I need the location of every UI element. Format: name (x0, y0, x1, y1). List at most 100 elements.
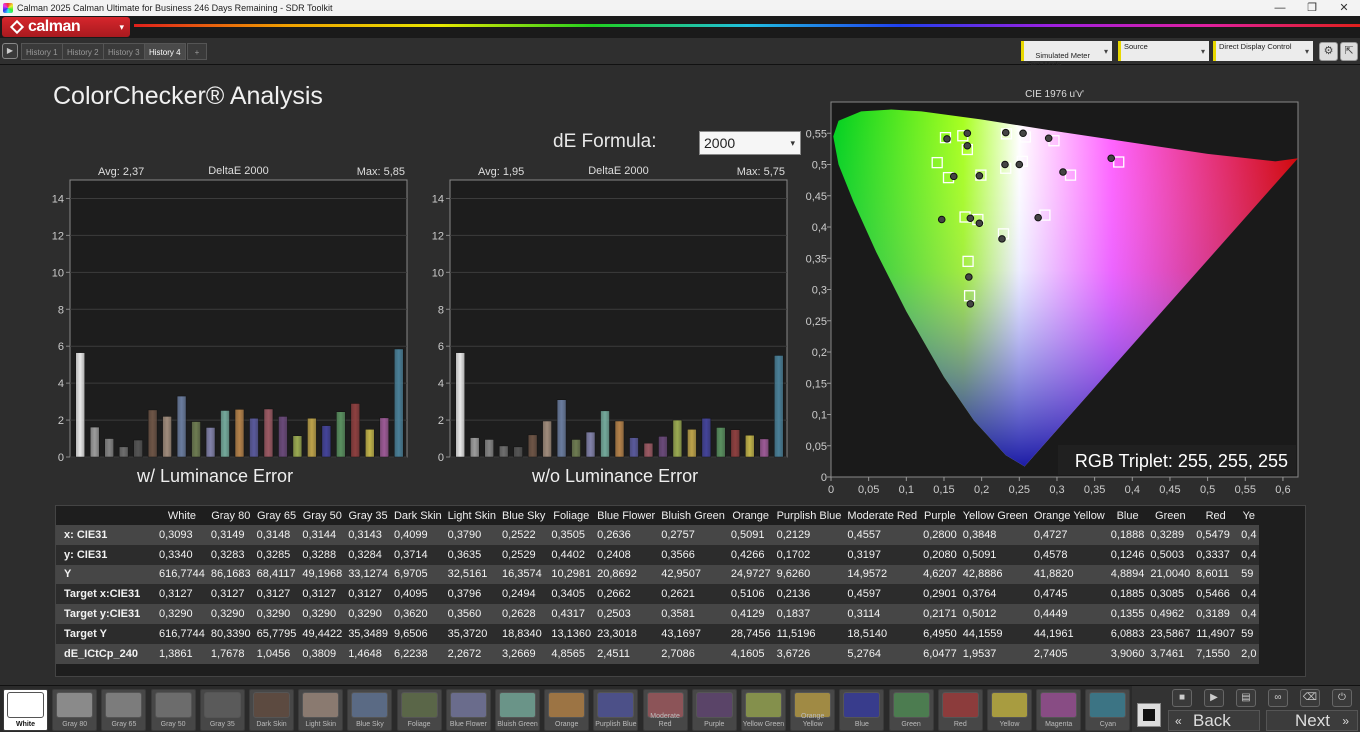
patch-white[interactable]: White (3, 689, 48, 731)
bar-gray-65[interactable] (104, 438, 114, 458)
bar-light-skin[interactable] (542, 420, 552, 458)
add-tab-button[interactable]: + (187, 43, 207, 60)
measured-point[interactable] (1015, 160, 1024, 169)
tab-history-3[interactable]: History 3 (103, 43, 145, 60)
patch-blue-sky[interactable]: Blue Sky (347, 689, 393, 731)
patch-blue[interactable]: Blue (839, 689, 885, 731)
delete-icon[interactable]: ⌫ (1300, 689, 1320, 707)
play-icon[interactable]: ▶ (1204, 689, 1224, 707)
bar-bluish-green[interactable] (220, 410, 230, 458)
bar-gray-80[interactable] (469, 437, 480, 458)
patch-bluish-green[interactable]: Bluish Green (495, 689, 540, 731)
loop-icon[interactable]: ∞ (1268, 689, 1288, 707)
bar-white[interactable] (455, 352, 465, 458)
measured-point[interactable] (1001, 160, 1009, 169)
back-button[interactable]: « Back (1168, 710, 1260, 731)
bar-blue-sky[interactable] (176, 395, 187, 458)
measured-point[interactable] (975, 171, 984, 180)
bar-green[interactable] (716, 427, 726, 458)
bar-red[interactable] (350, 403, 361, 458)
bar-magenta[interactable] (759, 438, 770, 458)
patch-gray-35[interactable]: Gray 35 (199, 689, 245, 731)
bar-bluish-green[interactable] (600, 410, 610, 458)
patch-gray-65[interactable]: Gray 65 (101, 689, 147, 731)
save-icon[interactable]: ▤ (1236, 689, 1256, 707)
measured-point[interactable] (963, 129, 972, 138)
tab-history-4[interactable]: History 4 (144, 43, 186, 60)
patch-dark-skin[interactable]: Dark Skin (249, 689, 294, 731)
bar-cyan[interactable] (774, 355, 784, 458)
stop-icon[interactable]: ■ (1172, 689, 1192, 707)
bar-dark-skin[interactable] (527, 434, 538, 458)
bar-yellow[interactable] (365, 429, 375, 458)
patch-magenta[interactable]: Magenta (1036, 689, 1082, 731)
bar-yellow-green[interactable] (292, 435, 303, 458)
tab-history-1[interactable]: History 1 (21, 43, 63, 60)
bar-purplish-blue[interactable] (629, 437, 639, 458)
patch-yellow[interactable]: Yellow (987, 689, 1032, 731)
bar-orange-yellow[interactable] (307, 417, 317, 458)
patch-gray-50[interactable]: Gray 50 (150, 689, 196, 731)
patch-gray-80[interactable]: Gray 80 (52, 689, 98, 731)
measured-point[interactable] (1001, 128, 1010, 137)
patch-green[interactable]: Green (888, 689, 934, 731)
measured-point[interactable] (943, 135, 951, 143)
bar-orange[interactable] (234, 409, 245, 458)
bar-blue-flower[interactable] (205, 427, 216, 458)
bar-foliage[interactable] (191, 421, 201, 458)
patch-purplish-blue[interactable]: Purplish Blue (593, 689, 639, 731)
close-button[interactable]: ✕ (1328, 0, 1360, 16)
patch-orange-yellow[interactable]: Orange Yellow (790, 689, 836, 731)
colorchecker-data-table[interactable]: White Gray 80 Gray 65 Gray 50 Gray 35 Dark Sk… (55, 505, 1306, 677)
bar-white[interactable] (75, 352, 85, 458)
bar-gray-65[interactable] (484, 439, 494, 458)
power-icon[interactable]: ⏻ (1332, 689, 1352, 707)
bar-cyan[interactable] (394, 348, 404, 458)
minimize-button[interactable]: — (1264, 0, 1296, 16)
bar-moderate-red[interactable] (643, 442, 654, 458)
bar-gray-35[interactable] (513, 446, 523, 458)
bar-gray-50[interactable] (118, 446, 129, 458)
measured-point[interactable] (963, 141, 972, 150)
measured-point[interactable] (966, 300, 975, 308)
de-formula-select[interactable]: 2000 ▾ (699, 131, 801, 155)
patch-yellow-green[interactable]: Yellow Green (741, 689, 786, 731)
bar-blue-flower[interactable] (585, 431, 596, 458)
display-control-selector[interactable]: Direct Display Control ▾ (1213, 41, 1313, 61)
source-selector[interactable]: Source ▾ (1118, 41, 1209, 61)
patch-light-skin[interactable]: Light Skin (298, 689, 344, 731)
measured-point[interactable] (937, 215, 946, 224)
bar-orange-yellow[interactable] (687, 429, 697, 458)
patch-blue-flower[interactable]: Blue Flower (445, 689, 491, 731)
bar-purple[interactable] (278, 416, 288, 458)
bar-dark-skin[interactable] (147, 409, 158, 458)
measured-point[interactable] (1034, 213, 1042, 222)
next-button[interactable]: Next » (1266, 710, 1358, 731)
bar-purplish-blue[interactable] (249, 417, 259, 458)
bar-yellow[interactable] (745, 434, 755, 458)
settings-gear-icon[interactable]: ⚙ (1319, 42, 1338, 61)
bar-yellow-green[interactable] (672, 419, 683, 458)
bar-purple[interactable] (658, 436, 668, 458)
patch-cyan[interactable]: Cyan (1085, 689, 1131, 731)
stop-measurement-button[interactable] (1137, 703, 1161, 727)
patch-orange[interactable]: Orange (544, 689, 590, 731)
play-icon[interactable]: ▶ (2, 43, 18, 59)
bar-gray-50[interactable] (498, 445, 509, 458)
bar-blue[interactable] (321, 425, 332, 458)
patch-red[interactable]: Red (937, 689, 983, 731)
measured-point[interactable] (949, 172, 958, 181)
bar-moderate-red[interactable] (263, 408, 274, 458)
bar-green[interactable] (336, 411, 346, 458)
bar-blue[interactable] (701, 417, 712, 458)
measured-point[interactable] (1019, 129, 1027, 138)
measured-point[interactable] (1044, 134, 1053, 143)
measured-point[interactable] (966, 214, 975, 223)
bar-light-skin[interactable] (162, 416, 172, 458)
bar-orange[interactable] (614, 420, 625, 458)
bar-foliage[interactable] (571, 439, 581, 458)
tab-history-2[interactable]: History 2 (62, 43, 104, 60)
expand-icon[interactable]: ⇱ (1340, 42, 1358, 61)
measured-point[interactable] (975, 219, 984, 228)
patch-moderate-red[interactable]: Moderate Red (642, 689, 688, 731)
